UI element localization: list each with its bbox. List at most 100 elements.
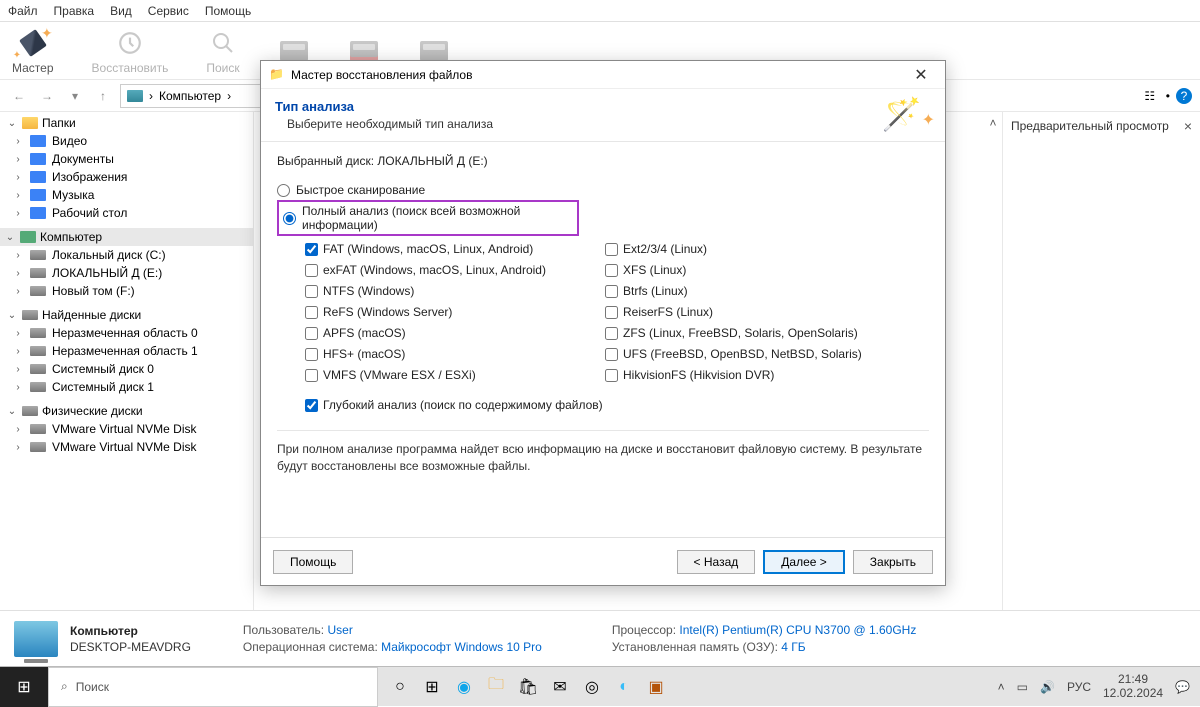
fs-ext[interactable]: Ext2/3/4 (Linux) — [605, 242, 905, 256]
clock[interactable]: 21:49 12.02.2024 — [1103, 673, 1163, 699]
fs-btrfs[interactable]: Btrfs (Linux) — [605, 284, 905, 298]
computer-icon — [20, 231, 36, 243]
search-label: Поиск — [206, 61, 239, 75]
tray-chevron-icon[interactable]: ˄ — [998, 680, 1005, 694]
deep-label: Глубокий анализ (поиск по содержимому фа… — [323, 398, 603, 412]
scrollbar[interactable]: ˄˅ — [984, 112, 1002, 666]
drive-icon — [30, 328, 46, 338]
up-button[interactable]: ↑ — [92, 85, 114, 107]
date: 12.02.2024 — [1103, 687, 1163, 700]
fs-label: UFS (FreeBSD, OpenBSD, NetBSD, Solaris) — [623, 347, 862, 361]
dialog-header: Тип анализа Выберите необходимый тип ана… — [261, 89, 945, 142]
user-label: Пользователь: — [243, 623, 324, 637]
app-icon[interactable]: ▣ — [642, 673, 670, 701]
notifications-icon[interactable]: 💬 — [1175, 680, 1190, 694]
computer-icon — [127, 90, 143, 102]
menu-view[interactable]: Вид — [110, 4, 132, 18]
phys-1[interactable]: ›VMware Virtual NVMe Disk — [0, 438, 253, 456]
physical-disks-header[interactable]: ⌄Физические диски — [0, 402, 253, 420]
menu-edit[interactable]: Правка — [54, 4, 95, 18]
folder-music[interactable]: ›Музыка — [0, 186, 253, 204]
folder-video[interactable]: ›Видео — [0, 132, 253, 150]
drive-f[interactable]: ›Новый том (F:) — [0, 282, 253, 300]
back-button[interactable]: ← — [8, 85, 30, 107]
found-0[interactable]: ›Неразмеченная область 0 — [0, 324, 253, 342]
ram-label: Установленная память (ОЗУ): — [612, 640, 778, 654]
wizard-button[interactable]: ✦✦ Мастер — [12, 27, 54, 75]
item-label: Видео — [52, 134, 87, 148]
help-icon[interactable]: ? — [1176, 88, 1192, 104]
item-label: VMware Virtual NVMe Disk — [52, 440, 196, 454]
sidebar: ⌄Папки ›Видео ›Документы ›Изображения ›М… — [0, 112, 254, 666]
computer-header[interactable]: ⌄Компьютер — [0, 228, 253, 246]
fs-zfs[interactable]: ZFS (Linux, FreeBSD, Solaris, OpenSolari… — [605, 326, 905, 340]
dialog-close-button[interactable]: ✕ — [905, 65, 937, 85]
fs-fat[interactable]: FAT (Windows, macOS, Linux, Android) — [305, 242, 605, 256]
chrome-icon[interactable]: ◎ — [578, 673, 606, 701]
fs-label: FAT (Windows, macOS, Linux, Android) — [323, 242, 533, 256]
item-label: Системный диск 1 — [52, 380, 154, 394]
taskbar-search[interactable]: ⌕ Поиск — [48, 667, 378, 707]
breadcrumb-root[interactable]: Компьютер — [159, 89, 221, 103]
lang-indicator[interactable]: РУС — [1067, 680, 1091, 694]
help-button[interactable]: Помощь — [273, 550, 353, 574]
store-icon[interactable]: 🛍 — [514, 673, 542, 701]
wizard-dialog: 📁 Мастер восстановления файлов ✕ Тип ана… — [260, 60, 946, 586]
search-icon — [207, 27, 239, 59]
deep-analysis-checkbox[interactable]: Глубокий анализ (поиск по содержимому фа… — [305, 398, 929, 412]
menu-tools[interactable]: Сервис — [148, 4, 189, 18]
folder-documents[interactable]: ›Документы — [0, 150, 253, 168]
found-1[interactable]: ›Неразмеченная область 1 — [0, 342, 253, 360]
restore-label: Восстановить — [92, 61, 169, 75]
fs-ufs[interactable]: UFS (FreeBSD, OpenBSD, NetBSD, Solaris) — [605, 347, 905, 361]
breadcrumb-sep: › — [227, 89, 231, 103]
fs-vmfs[interactable]: VMFS (VMware ESX / ESXi) — [305, 368, 605, 382]
video-icon — [30, 135, 46, 147]
close-button[interactable]: Закрыть — [853, 550, 933, 574]
fs-ntfs[interactable]: NTFS (Windows) — [305, 284, 605, 298]
next-button[interactable]: Далее > — [763, 550, 845, 574]
drive-icon — [22, 406, 38, 416]
fs-exfat[interactable]: exFAT (Windows, macOS, Linux, Android) — [305, 263, 605, 277]
fs-hikvision[interactable]: HikvisionFS (Hikvision DVR) — [605, 368, 905, 382]
phys-0[interactable]: ›VMware Virtual NVMe Disk — [0, 420, 253, 438]
fs-refs[interactable]: ReFS (Windows Server) — [305, 305, 605, 319]
drive-c[interactable]: ›Локальный диск (C:) — [0, 246, 253, 264]
found-disks-header[interactable]: ⌄Найденные диски — [0, 306, 253, 324]
drive-icon — [30, 268, 46, 278]
fs-apfs[interactable]: APFS (macOS) — [305, 326, 605, 340]
full-scan-radio[interactable]: Полный анализ (поиск всей возможной инфо… — [277, 200, 579, 236]
qbit-icon[interactable]: ◐ — [610, 673, 638, 701]
view-options-icon[interactable]: ☷ — [1140, 86, 1160, 106]
back-button[interactable]: < Назад — [677, 550, 756, 574]
edge-icon[interactable]: ◉ — [450, 673, 478, 701]
network-icon[interactable]: ▭ — [1017, 680, 1028, 694]
computer-big-icon — [14, 621, 58, 657]
cortana-icon[interactable]: ○ — [386, 673, 414, 701]
quick-scan-radio[interactable]: Быстрое сканирование — [277, 180, 929, 200]
forward-button[interactable]: → — [36, 85, 58, 107]
fs-reiser[interactable]: ReiserFS (Linux) — [605, 305, 905, 319]
preview-close-button[interactable]: × — [1184, 118, 1192, 134]
selected-disk-value: ЛОКАЛЬНЫЙ Д (E:) — [377, 154, 487, 168]
folder-images[interactable]: ›Изображения — [0, 168, 253, 186]
fs-xfs[interactable]: XFS (Linux) — [605, 263, 905, 277]
mail-icon[interactable]: ✉ — [546, 673, 574, 701]
menu-help[interactable]: Помощь — [205, 4, 251, 18]
drive-e[interactable]: ›ЛОКАЛЬНЫЙ Д (E:) — [0, 264, 253, 282]
menu-file[interactable]: Файл — [8, 4, 38, 18]
dropdown-button[interactable]: ▾ — [64, 85, 86, 107]
start-button[interactable]: ⊞ — [0, 667, 48, 707]
folders-header[interactable]: ⌄Папки — [0, 114, 253, 132]
fs-hfs[interactable]: HFS+ (macOS) — [305, 347, 605, 361]
volume-icon[interactable]: 🔊 — [1040, 680, 1055, 694]
dialog-icon: 📁 — [269, 67, 285, 83]
folder-desktop[interactable]: ›Рабочий стол — [0, 204, 253, 222]
item-label: Системный диск 0 — [52, 362, 154, 376]
taskview-icon[interactable]: ⊞ — [418, 673, 446, 701]
explorer-icon[interactable]: 🗀 — [482, 673, 510, 701]
found-sys1[interactable]: ›Системный диск 1 — [0, 378, 253, 396]
status-bar: Компьютер DESKTOP-MEAVDRG Пользователь: … — [0, 610, 1200, 666]
cpu-label: Процессор: — [612, 623, 676, 637]
found-sys0[interactable]: ›Системный диск 0 — [0, 360, 253, 378]
